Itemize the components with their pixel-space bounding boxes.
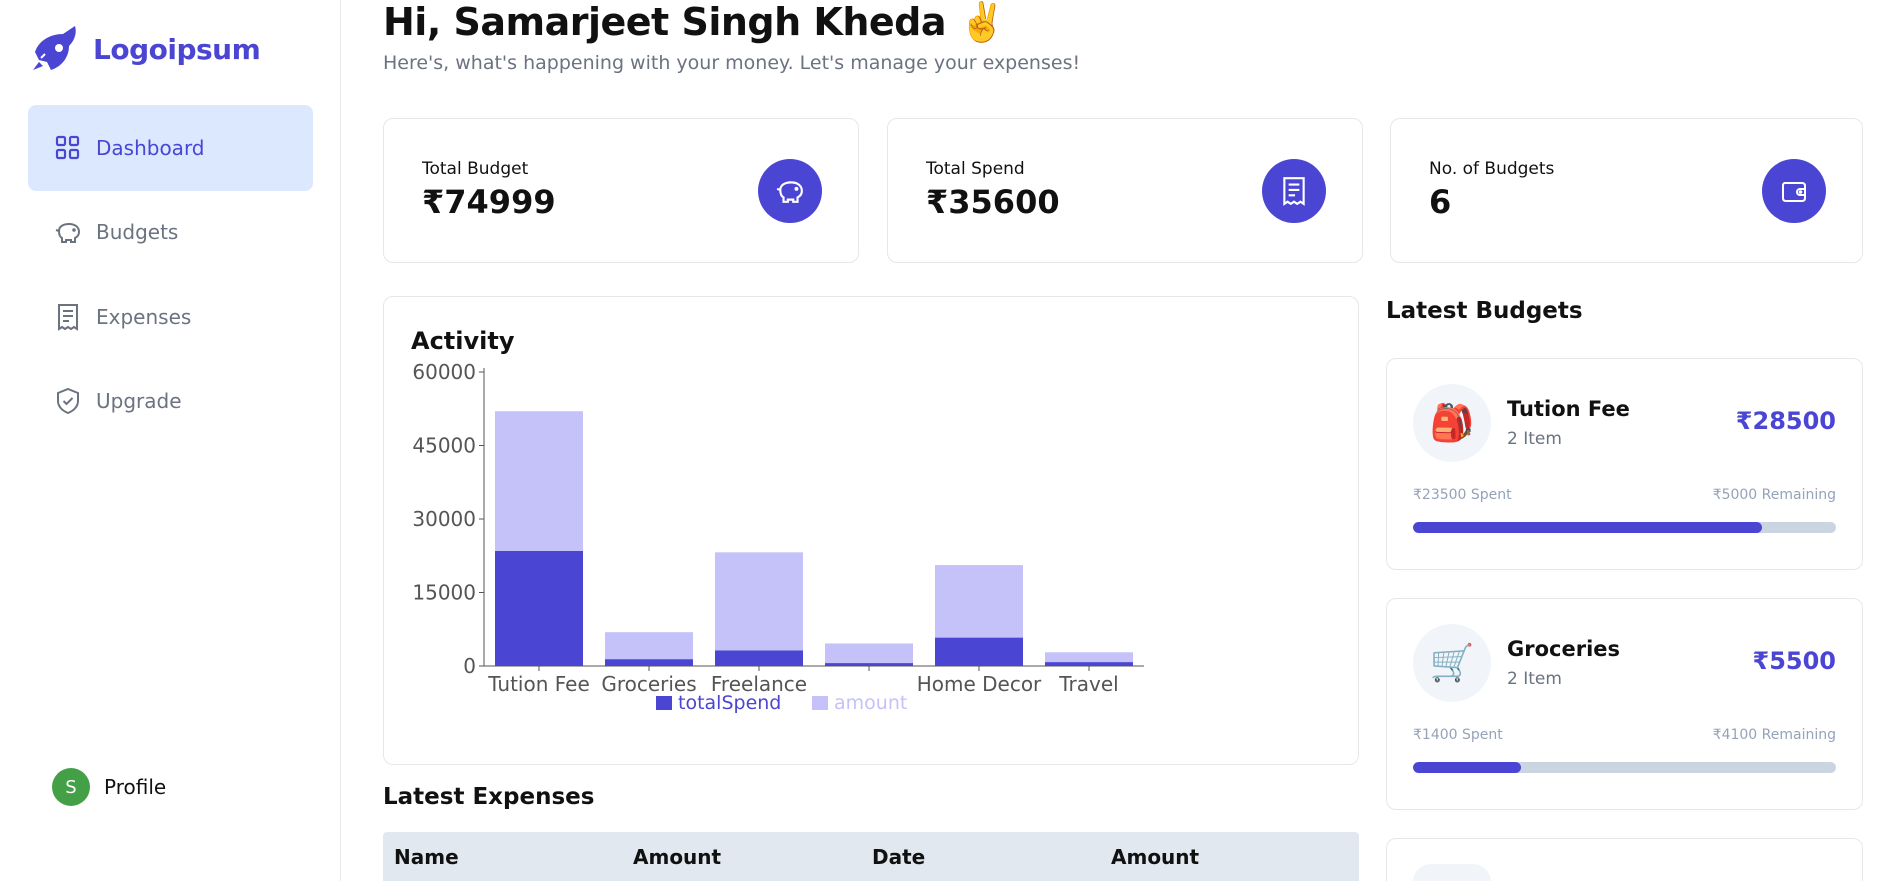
sidebar-item-expenses[interactable]: Expenses (28, 274, 313, 360)
piggy-bank-icon (758, 159, 822, 223)
column-header-amount-2: Amount (1111, 844, 1200, 869)
receipt-icon (54, 303, 82, 331)
bar-amount (825, 643, 913, 664)
budget-progress-fill (1413, 762, 1521, 773)
stat-label: Total Spend (926, 159, 1025, 179)
bar-amount (495, 411, 583, 551)
x-tick-label: Home Decor (917, 672, 1042, 696)
budget-name: Groceries (1507, 637, 1621, 661)
bar-amount (1045, 652, 1133, 663)
budget-spent: ₹1400 Spent (1413, 727, 1503, 743)
backpack-icon: 🎒 (1413, 384, 1491, 462)
rocket-logo-icon (33, 26, 76, 70)
sidebar-item-upgrade[interactable]: Upgrade (28, 358, 313, 444)
stat-card-total-budget: Total Budget ₹74999 (383, 118, 859, 263)
budget-progress-track (1413, 762, 1836, 773)
sidebar: Logoipsum Dashboard Budgets Expenses Upg… (0, 0, 341, 881)
activity-chart: 015000300004500060000Tution Fee Groceries… (412, 360, 1144, 714)
budget-card-partial[interactable] (1386, 838, 1863, 881)
sidebar-item-label: Expenses (96, 305, 192, 329)
profile-button[interactable]: S Profile (52, 768, 166, 806)
x-tick-label: Tution Fee (487, 672, 590, 696)
bar-totalSpend (715, 650, 803, 666)
wallet-icon (1762, 159, 1826, 223)
budget-emoji-partial (1413, 864, 1491, 881)
piggy-bank-icon (54, 218, 82, 246)
avatar: S (52, 768, 90, 806)
budget-item-count: 2 Item (1507, 669, 1562, 689)
bar-totalSpend (825, 663, 913, 666)
logo[interactable]: Logoipsum (29, 22, 261, 76)
column-header-amount: Amount (633, 844, 722, 869)
bar-amount (715, 552, 803, 651)
stat-card-total-spend: Total Spend ₹35600 (887, 118, 1363, 263)
stat-value: ₹35600 (926, 183, 1060, 221)
budget-remaining: ₹5000 Remaining (1712, 487, 1836, 503)
legend-swatch (812, 696, 828, 710)
budget-spent: ₹23500 Spent (1413, 487, 1512, 503)
legend-label: amount (834, 692, 907, 714)
sidebar-item-label: Upgrade (96, 389, 182, 413)
expenses-table-header: Name Amount Date Amount (383, 832, 1359, 881)
bar-amount (935, 565, 1023, 638)
shield-check-icon (54, 387, 82, 415)
shopping-cart-icon: 🛒 (1413, 624, 1491, 702)
budget-card-tution-fee[interactable]: 🎒 Tution Fee 2 Item ₹28500 ₹23500 Spent … (1386, 358, 1863, 570)
bar-totalSpend (605, 659, 693, 666)
logo-text: Logoipsum (93, 32, 261, 66)
budget-amount: ₹5500 (1752, 647, 1837, 675)
latest-budgets-title: Latest Budgets (1386, 298, 1583, 324)
budget-name: Tution Fee (1507, 397, 1630, 421)
legend-swatch (656, 696, 672, 710)
sidebar-item-budgets[interactable]: Budgets (28, 189, 313, 275)
budget-amount: ₹28500 (1735, 407, 1836, 435)
page-title: Hi, Samarjeet Singh Kheda ✌️ (383, 0, 1006, 44)
app-root: Logoipsum Dashboard Budgets Expenses Upg… (0, 0, 1896, 881)
sidebar-item-dashboard[interactable]: Dashboard (28, 105, 313, 191)
budget-progress-fill (1413, 522, 1762, 533)
y-tick-label: 0 (463, 654, 476, 678)
y-tick-label: 45000 (412, 434, 476, 458)
y-tick-label: 15000 (412, 581, 476, 605)
receipt-icon (1262, 159, 1326, 223)
budget-progress-track (1413, 522, 1836, 533)
stat-label: No. of Budgets (1429, 159, 1555, 179)
stat-value: 6 (1429, 183, 1452, 221)
bar-totalSpend (495, 550, 583, 666)
budget-item-count: 2 Item (1507, 429, 1562, 449)
bar-amount (605, 632, 693, 660)
column-header-date: Date (872, 844, 926, 869)
grid-icon (54, 134, 82, 162)
y-tick-label: 60000 (412, 360, 476, 384)
latest-expenses-title: Latest Expenses (383, 784, 595, 810)
column-header-name: Name (394, 844, 459, 869)
bar-totalSpend (935, 637, 1023, 666)
x-tick-label: Travel (1058, 672, 1118, 696)
profile-label: Profile (104, 775, 167, 799)
budget-card-groceries[interactable]: 🛒 Groceries 2 Item ₹5500 ₹1400 Spent ₹41… (1386, 598, 1863, 810)
activity-chart-card: Activity 0 15000 30000 45000 60000 Tution Fee… (383, 296, 1359, 765)
bar-totalSpend (1045, 662, 1133, 666)
stat-label: Total Budget (422, 159, 529, 179)
sidebar-item-label: Budgets (96, 220, 179, 244)
budget-remaining: ₹4100 Remaining (1712, 727, 1836, 743)
y-tick-label: 30000 (412, 507, 476, 531)
sidebar-item-label: Dashboard (96, 136, 205, 160)
stat-value: ₹74999 (422, 183, 556, 221)
stat-card-no-of-budgets: No. of Budgets 6 (1390, 118, 1863, 263)
page-subtitle: Here's, what's happening with your money… (383, 52, 1081, 74)
legend-label: totalSpend (678, 692, 781, 714)
